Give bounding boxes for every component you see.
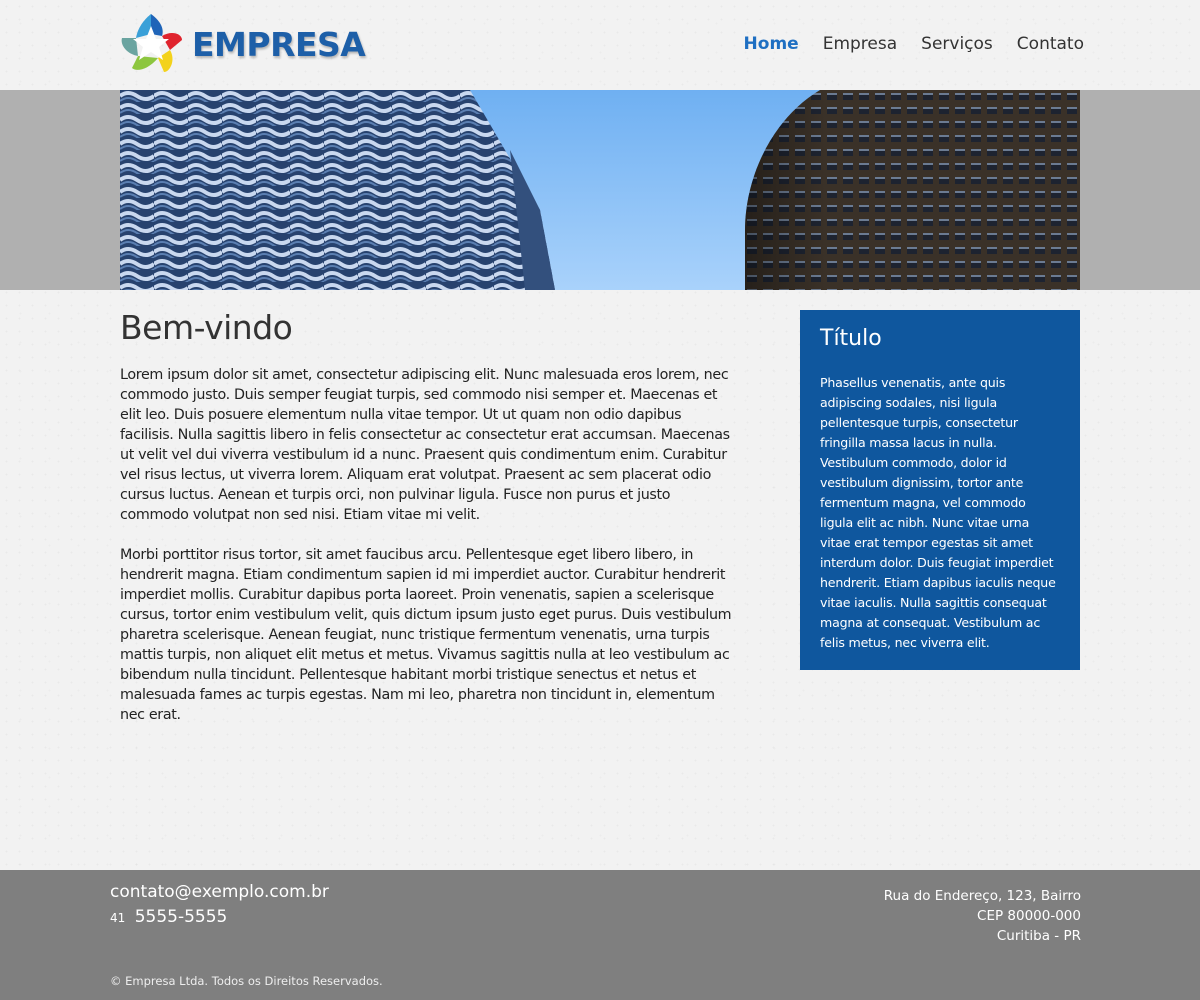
footer-phone-ddd: 41 [110,911,126,925]
site-header: EMPRESA Home Empresa Serviços Contato [0,0,1200,90]
footer-email[interactable]: contato@exemplo.com.br [110,882,329,902]
logo[interactable]: EMPRESA [118,12,366,76]
nav-servicos[interactable]: Serviços [921,34,993,54]
main-nav: Home Empresa Serviços Contato [744,34,1084,54]
brand-name: EMPRESA [192,24,366,64]
banner-image [120,90,1080,290]
site-footer: contato@exemplo.com.br 41 5555-5555 Rua … [0,870,1200,1000]
page-title: Bem-vindo [120,308,293,347]
footer-phone: 41 5555-5555 [110,907,227,927]
footer-address-line: CEP 80000-000 [977,908,1081,924]
sidebar-title: Título [820,326,882,351]
nav-empresa[interactable]: Empresa [823,34,897,54]
footer-copyright: © Empresa Ltda. Todos os Direitos Reserv… [110,974,383,988]
content-paragraph-2: Morbi porttitor risus tortor, sit amet f… [120,547,732,723]
sidebar-box: Título Phasellus venenatis, ante quis ad… [800,310,1080,670]
footer-address-line: Curitiba - PR [996,928,1081,944]
content-paragraph-1: Lorem ipsum dolor sit amet, consectetur … [120,367,730,523]
star-logo-icon [121,14,182,72]
footer-address: Rua do Endereço, 123, Bairro CEP 80000-0… [884,886,1081,946]
footer-address-line: Rua do Endereço, 123, Bairro [883,888,1081,904]
main-content: Bem-vindo Lorem ipsum dolor sit amet, co… [120,308,735,745]
sidebar-text: Phasellus venenatis, ante quis adipiscin… [820,375,1056,650]
city-buildings-photo [120,90,1080,290]
footer-phone-number: 5555-5555 [134,907,228,927]
nav-home[interactable]: Home [744,34,799,54]
nav-contato[interactable]: Contato [1017,34,1084,54]
